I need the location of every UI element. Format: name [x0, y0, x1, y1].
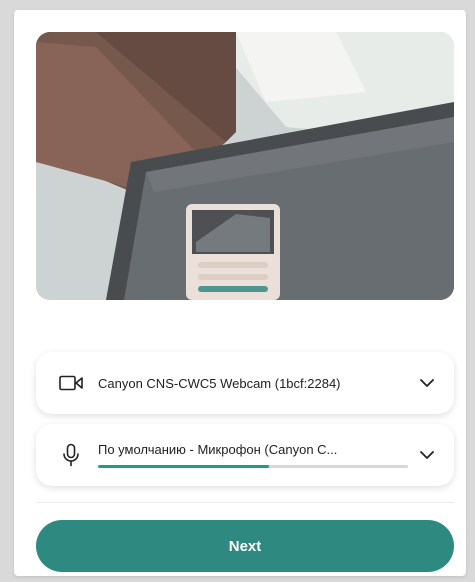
device-setup-panel: Canyon CNS-CWC5 Webcam (1bcf:2284) По ум… — [14, 10, 466, 576]
next-button[interactable]: Next — [36, 520, 454, 572]
video-camera-icon — [58, 370, 84, 396]
microphone-level-fill — [98, 465, 269, 468]
camera-device-label: Canyon CNS-CWC5 Webcam (1bcf:2284) — [98, 375, 341, 391]
microphone-select[interactable]: По умолчанию - Микрофон (Canyon C... — [36, 424, 454, 486]
microphone-device-label: По умолчанию - Микрофон (Canyon C... — [98, 442, 338, 457]
camera-select-text: Canyon CNS-CWC5 Webcam (1bcf:2284) — [98, 376, 408, 391]
microphone-select-text: По умолчанию - Микрофон (Canyon C... — [98, 442, 408, 468]
microphone-icon — [58, 442, 84, 468]
camera-select[interactable]: Canyon CNS-CWC5 Webcam (1bcf:2284) — [36, 352, 454, 414]
camera-preview — [36, 32, 454, 300]
chevron-down-icon[interactable] — [416, 372, 438, 394]
divider — [36, 502, 454, 503]
chevron-down-icon[interactable] — [416, 444, 438, 466]
camera-preview-image — [36, 32, 454, 300]
microphone-level-meter — [98, 465, 408, 468]
